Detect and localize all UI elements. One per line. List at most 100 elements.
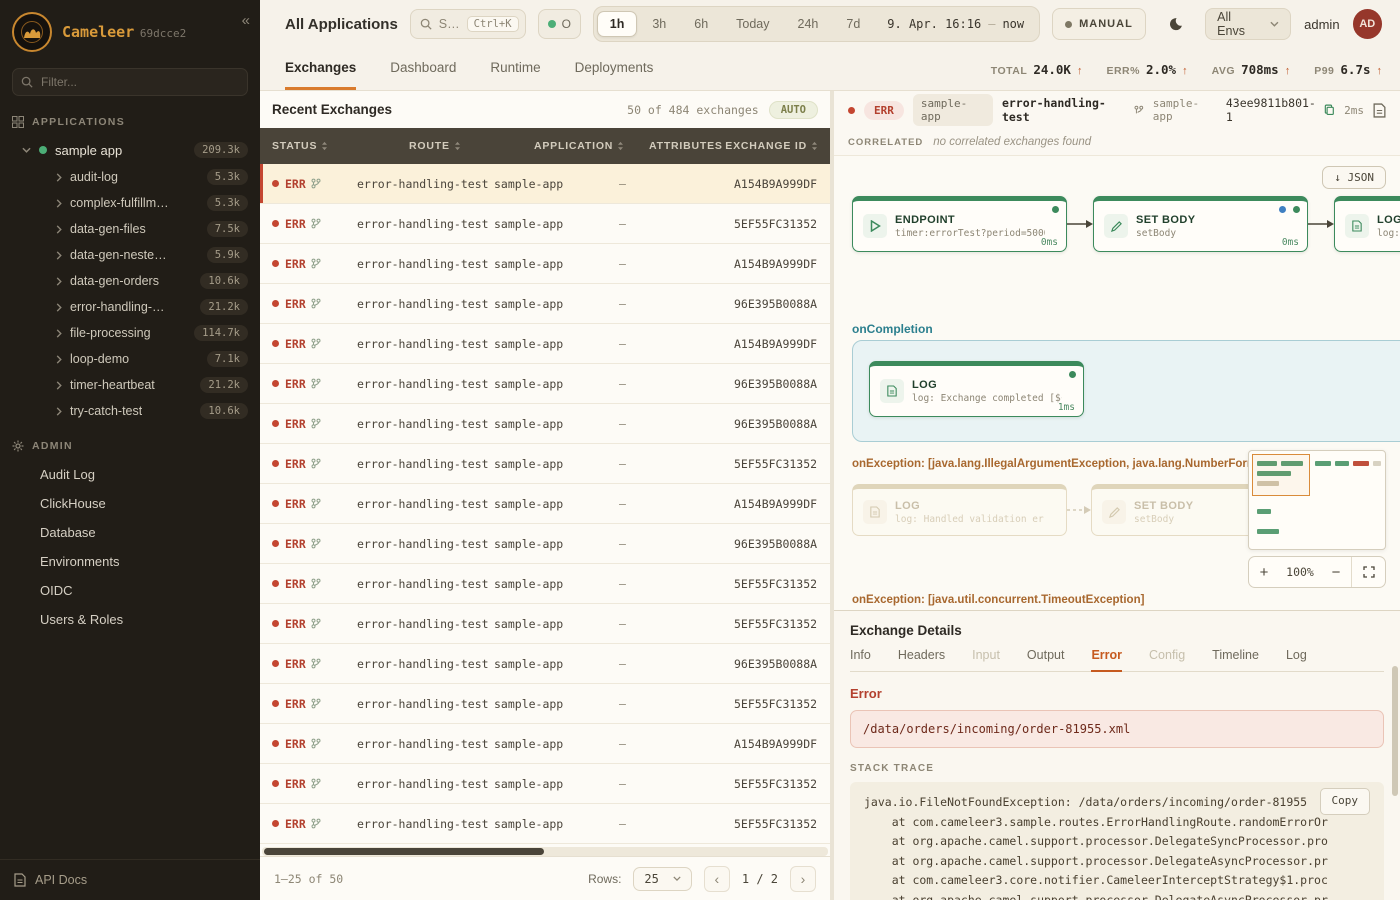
route-name[interactable]: error-handling-test — [1002, 96, 1144, 124]
table-row[interactable]: ERR error-handling-test sample-app — 96E… — [260, 644, 830, 684]
sidebar-item-sample-app[interactable]: sample app 209.3k — [0, 136, 260, 164]
table-row[interactable]: ERR error-handling-test sample-app — A15… — [260, 164, 830, 204]
sidebar-collapse-button[interactable]: « — [242, 12, 250, 29]
sidebar-route-item[interactable]: complex-fulfillm… 5.3k — [0, 190, 260, 216]
main-tab[interactable]: Exchanges — [285, 48, 356, 90]
table-row[interactable]: ERR error-handling-test sample-app — 5EF… — [260, 444, 830, 484]
sidebar-route-item[interactable]: data-gen-orders 10.6k — [0, 268, 260, 294]
main-tab[interactable]: Runtime — [490, 48, 540, 90]
application-cell: sample-app — [494, 817, 619, 831]
column-header[interactable]: EXCHANGE ID — [725, 140, 818, 152]
time-range-button[interactable]: 24h — [785, 11, 832, 37]
detail-tab[interactable]: Info — [850, 648, 871, 672]
error-dot-icon — [272, 380, 279, 387]
node-log[interactable]: LOG log: Sta — [1334, 196, 1400, 252]
table-row[interactable]: ERR error-handling-test sample-app — 96E… — [260, 364, 830, 404]
prev-page-button[interactable]: ‹ — [704, 866, 730, 892]
detail-tab[interactable]: Error — [1091, 648, 1122, 672]
detail-tab[interactable]: Log — [1286, 648, 1307, 672]
horizontal-scrollbar-thumb[interactable] — [264, 848, 544, 855]
sidebar-admin-item[interactable]: OIDC — [0, 576, 260, 605]
next-page-button[interactable]: › — [790, 866, 816, 892]
time-range-button[interactable]: Today — [723, 11, 782, 37]
node-title: LOG — [1377, 214, 1400, 226]
sidebar-admin-item[interactable]: Database — [0, 518, 260, 547]
sidebar-route-item[interactable]: data-gen-neste… 5.9k — [0, 242, 260, 268]
sidebar-route-item[interactable]: file-processing 114.7k — [0, 320, 260, 346]
detail-tab[interactable]: Output — [1027, 648, 1065, 672]
sidebar-route-item[interactable]: try-catch-test 10.6k — [0, 398, 260, 424]
table-row[interactable]: ERR error-handling-test sample-app — 96E… — [260, 284, 830, 324]
column-header[interactable]: STATUS — [272, 140, 409, 152]
detail-tab[interactable]: Config — [1149, 648, 1185, 672]
filter-input[interactable] — [12, 68, 248, 96]
time-range-button[interactable]: 1h — [597, 11, 638, 37]
dark-mode-toggle[interactable] — [1159, 7, 1192, 41]
detail-tab[interactable]: Input — [972, 648, 1000, 672]
sidebar-route-item[interactable]: audit-log 5.3k — [0, 164, 260, 190]
rows-per-page-select[interactable]: 25 — [633, 867, 691, 891]
exchange-id[interactable]: 43ee9811b801-1 — [1226, 96, 1335, 124]
table-row[interactable]: ERR error-handling-test sample-app — 5EF… — [260, 564, 830, 604]
log-document-icon[interactable] — [1373, 103, 1386, 118]
zoom-out-button[interactable]: − — [1321, 564, 1351, 581]
minimap-viewport[interactable] — [1252, 454, 1310, 496]
user-avatar[interactable]: AD — [1353, 9, 1382, 39]
node-endpoint[interactable]: ENDPOINT timer:errorTest?period=5000&del… — [852, 196, 1067, 252]
detail-tab-label: Config — [1149, 648, 1185, 662]
table-row[interactable]: ERR error-handling-test sample-app — 5EF… — [260, 604, 830, 644]
sidebar-admin-item[interactable]: Audit Log — [0, 460, 260, 489]
diagram-minimap[interactable] — [1248, 450, 1386, 550]
table-row[interactable]: ERR error-handling-test sample-app — 5EF… — [260, 804, 830, 844]
table-row[interactable]: ERR error-handling-test sample-app — 96E… — [260, 524, 830, 564]
main-tab[interactable]: Dashboard — [390, 48, 456, 90]
detail-tab[interactable]: Timeline — [1212, 648, 1259, 672]
time-range-button[interactable]: 6h — [681, 11, 721, 37]
table-row[interactable]: ERR error-handling-test sample-app — 96E… — [260, 404, 830, 444]
table-row[interactable]: ERR error-handling-test sample-app — A15… — [260, 484, 830, 524]
download-json-button[interactable]: ↓ JSON — [1322, 166, 1386, 189]
table-row[interactable]: ERR error-handling-test sample-app — 5EF… — [260, 764, 830, 804]
node-oncompletion-log[interactable]: LOG log: Exchange completed [${exchan 1m… — [869, 361, 1084, 417]
column-header[interactable]: ROUTE — [409, 140, 534, 152]
online-toggle[interactable]: O — [538, 9, 581, 39]
zoom-fit-button[interactable] — [1351, 557, 1385, 587]
sidebar-admin-item[interactable]: Environments — [0, 547, 260, 576]
time-range-button[interactable]: 3h — [639, 11, 679, 37]
sidebar-admin-item[interactable]: ClickHouse — [0, 489, 260, 518]
sidebar-route-item[interactable]: loop-demo 7.1k — [0, 346, 260, 372]
node-setbody[interactable]: SET BODY setBody 0ms — [1093, 196, 1308, 252]
main-tab[interactable]: Deployments — [575, 48, 654, 90]
table-row[interactable]: ERR error-handling-test sample-app — A15… — [260, 324, 830, 364]
global-search[interactable]: S… Ctrl+K — [410, 9, 526, 39]
zoom-in-button[interactable]: + — [1249, 564, 1279, 581]
node-exception-log[interactable]: LOG log: Handled validation error: ${exc… — [852, 484, 1067, 536]
node-duration: 0ms — [1282, 237, 1299, 248]
environment-select[interactable]: All Envs — [1205, 8, 1291, 40]
manual-refresh-button[interactable]: MANUAL — [1052, 8, 1146, 40]
detail-tab[interactable]: Headers — [898, 648, 945, 672]
table-row[interactable]: ERR error-handling-test sample-app — 5EF… — [260, 684, 830, 724]
sidebar-route-item[interactable]: data-gen-files 7.5k — [0, 216, 260, 242]
table-row[interactable]: ERR error-handling-test sample-app — A15… — [260, 724, 830, 764]
auto-refresh-badge[interactable]: AUTO — [769, 101, 818, 119]
column-header[interactable]: ATTRIBUTES — [649, 140, 725, 152]
column-header[interactable]: APPLICATION — [534, 140, 649, 152]
date-range-display[interactable]: 9. Apr. 16:16 – now — [875, 17, 1036, 31]
application-cell: sample-app — [494, 177, 619, 191]
sidebar-route-item[interactable]: timer-heartbeat 21.2k — [0, 372, 260, 398]
application-chip[interactable]: sample-app — [913, 94, 993, 126]
exchange-id-cell: A154B9A999DF — [734, 177, 818, 191]
table-row[interactable]: ERR error-handling-test sample-app — 5EF… — [260, 204, 830, 244]
route-diagram-canvas[interactable]: ↓ JSON ENDPOINT timer:errorTest?period=5… — [834, 155, 1400, 610]
vertical-scrollbar-thumb[interactable] — [1392, 666, 1398, 796]
sidebar-admin-item[interactable]: Users & Roles — [0, 605, 260, 634]
sidebar-api-docs[interactable]: API Docs — [0, 859, 260, 900]
route-count-badge: 114.7k — [194, 325, 248, 341]
time-range-button[interactable]: 7d — [833, 11, 873, 37]
copy-button[interactable]: Copy — [1320, 788, 1371, 815]
sidebar-route-item[interactable]: error-handling-… 21.2k — [0, 294, 260, 320]
error-dot-icon — [272, 580, 279, 587]
horizontal-scrollbar[interactable] — [262, 847, 828, 856]
table-row[interactable]: ERR error-handling-test sample-app — A15… — [260, 244, 830, 284]
